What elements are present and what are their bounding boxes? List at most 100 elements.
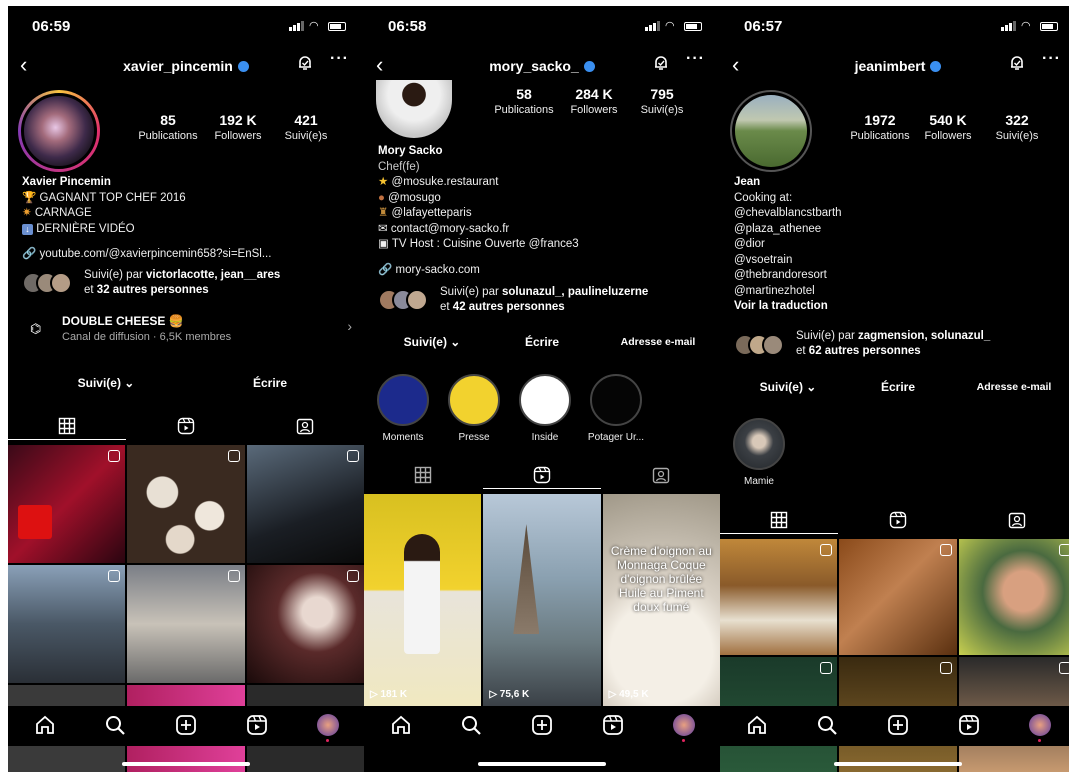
profile-username: mory_sacko_	[489, 58, 579, 74]
tab-reels[interactable]	[839, 506, 957, 534]
avatar[interactable]	[376, 76, 452, 138]
carousel-badge-icon	[108, 570, 121, 582]
bio-link[interactable]: 🔗 mory-sacko.com	[378, 262, 480, 276]
more-options-button[interactable]: ···	[1042, 50, 1061, 68]
tab-posts-grid[interactable]	[364, 461, 482, 489]
down-arrow-icon: ↓	[22, 223, 33, 235]
grid-icon	[770, 511, 788, 528]
bottom-nav	[720, 706, 1069, 746]
home-icon[interactable]	[34, 714, 56, 736]
tab-posts-grid[interactable]	[720, 506, 838, 534]
story-highlight[interactable]: Potager Ur...	[585, 374, 647, 443]
bio: Jean Cooking at: @chevalblancstbarth @pl…	[734, 176, 842, 312]
bio-link[interactable]: 🔗 youtube.com/@xavierpincemin658?si=EnSl…	[22, 246, 271, 260]
home-icon[interactable]	[746, 714, 768, 736]
stat-followers[interactable]: 540 K Followers	[913, 112, 983, 142]
create-icon[interactable]	[175, 714, 197, 736]
reels-nav-icon[interactable]	[602, 714, 624, 736]
search-icon[interactable]	[104, 714, 126, 736]
stat-publications[interactable]: 58 Publications	[489, 86, 559, 116]
notification-bell-icon[interactable]	[296, 54, 314, 72]
post-thumbnail[interactable]	[127, 565, 245, 683]
message-button[interactable]: Écrire	[230, 376, 310, 390]
post-thumbnail[interactable]	[720, 539, 838, 655]
story-highlight[interactable]: Inside	[514, 374, 576, 443]
reel-thumbnail[interactable]: ▷ 181 K	[364, 494, 482, 706]
bio: Xavier Pincemin 🏆 GAGNANT TOP CHEF 2016 …	[22, 176, 186, 235]
signal-icon	[645, 21, 660, 31]
more-options-button[interactable]: ···	[330, 50, 349, 68]
search-icon[interactable]	[816, 714, 838, 736]
search-icon[interactable]	[460, 714, 482, 736]
post-thumbnail[interactable]	[958, 539, 1069, 655]
story-highlight[interactable]: Moments	[372, 374, 434, 443]
profile-avatar[interactable]	[730, 90, 812, 172]
profile-nav-avatar[interactable]	[673, 714, 695, 736]
highlight-cover	[519, 374, 571, 426]
tab-posts-grid[interactable]	[8, 412, 126, 440]
profile-nav-avatar[interactable]	[1029, 714, 1051, 736]
followed-by-text[interactable]: Suivi(e) par zagmension, solunazul_ et 62…	[796, 329, 990, 359]
mutual-followers-avatars[interactable]	[378, 289, 428, 311]
link-icon: 🔗	[378, 264, 393, 276]
create-icon[interactable]	[531, 714, 553, 736]
profile-nav-avatar[interactable]	[317, 714, 339, 736]
tab-tagged[interactable]	[602, 461, 720, 489]
profile-avatar-story-ring[interactable]	[18, 90, 100, 172]
followed-by-text[interactable]: Suivi(e) par solunazul_, paulineluzerne e…	[440, 285, 648, 315]
status-bar: 06:57 ◠	[720, 16, 1069, 36]
post-thumbnail[interactable]	[246, 565, 364, 683]
create-icon[interactable]	[887, 714, 909, 736]
reel-thumbnail[interactable]: Crème d'oignon au Monnaga Coque d'oignon…	[602, 494, 720, 706]
post-thumbnail[interactable]	[246, 445, 364, 563]
mutual-followers-avatars[interactable]	[734, 334, 784, 356]
category-label: Chef(fe)	[378, 160, 420, 173]
followed-by-text[interactable]: Suivi(e) par victorlacotte, jean__ares et…	[84, 268, 280, 298]
story-highlight[interactable]: Presse	[443, 374, 505, 443]
stat-following[interactable]: 322 Suivi(e)s	[982, 112, 1052, 142]
mutual-followers-avatars[interactable]	[22, 272, 72, 294]
tab-reels[interactable]	[483, 461, 601, 489]
broadcast-channel-row[interactable]: ⌬ DOUBLE CHEESE 🍔 Canal de diffusion · 6…	[8, 306, 364, 348]
email-button[interactable]: Adresse e-mail	[608, 336, 708, 348]
stat-following[interactable]: 795 Suivi(e)s	[627, 86, 697, 116]
following-button[interactable]: Suivi(e) ⌄	[748, 380, 828, 394]
channel-subtitle: Canal de diffusion · 6,5K membres	[62, 331, 232, 343]
following-button[interactable]: Suivi(e) ⌄	[66, 376, 146, 390]
grid-icon	[414, 466, 432, 484]
notification-dot	[1038, 739, 1041, 742]
profile-username: xavier_pincemin	[123, 58, 233, 74]
post-thumbnail[interactable]	[127, 445, 245, 563]
reels-nav-icon[interactable]	[246, 714, 268, 736]
notification-bell-icon[interactable]	[1008, 54, 1026, 72]
tab-reels[interactable]	[127, 412, 245, 440]
post-thumbnail[interactable]	[8, 565, 126, 683]
notification-bell-icon[interactable]	[652, 54, 670, 72]
message-button[interactable]: Écrire	[502, 335, 582, 349]
bottom-nav	[364, 706, 720, 746]
see-translation-link[interactable]: Voir la traduction	[734, 300, 828, 312]
reel-badge-icon	[939, 544, 952, 556]
reel-badge-icon	[347, 570, 359, 582]
stat-followers[interactable]: 192 K Followers	[203, 112, 273, 142]
message-button[interactable]: Écrire	[858, 380, 938, 394]
stat-followers[interactable]: 284 K Followers	[559, 86, 629, 116]
story-highlight[interactable]: Mamie	[728, 418, 790, 487]
home-icon[interactable]	[390, 714, 412, 736]
following-button[interactable]: Suivi(e) ⌄	[392, 335, 472, 349]
email-button[interactable]: Adresse e-mail	[964, 381, 1064, 393]
post-thumbnail[interactable]	[839, 539, 957, 655]
reels-nav-icon[interactable]	[958, 714, 980, 736]
post-thumbnail[interactable]	[8, 445, 126, 563]
verified-badge-icon	[930, 61, 942, 72]
tab-tagged[interactable]	[246, 412, 364, 440]
clock: 06:59	[32, 18, 71, 35]
stat-publications[interactable]: 1972 Publications	[845, 112, 915, 142]
reel-thumbnail[interactable]: ▷ 75,6 K	[483, 494, 601, 706]
stat-publications[interactable]: 85 Publications	[133, 112, 203, 142]
avatar	[735, 95, 807, 167]
tab-tagged[interactable]	[958, 506, 1069, 534]
more-options-button[interactable]: ···	[686, 50, 705, 68]
stat-following[interactable]: 421 Suivi(e)s	[271, 112, 341, 142]
sparkle-icon: ✷	[22, 207, 32, 219]
